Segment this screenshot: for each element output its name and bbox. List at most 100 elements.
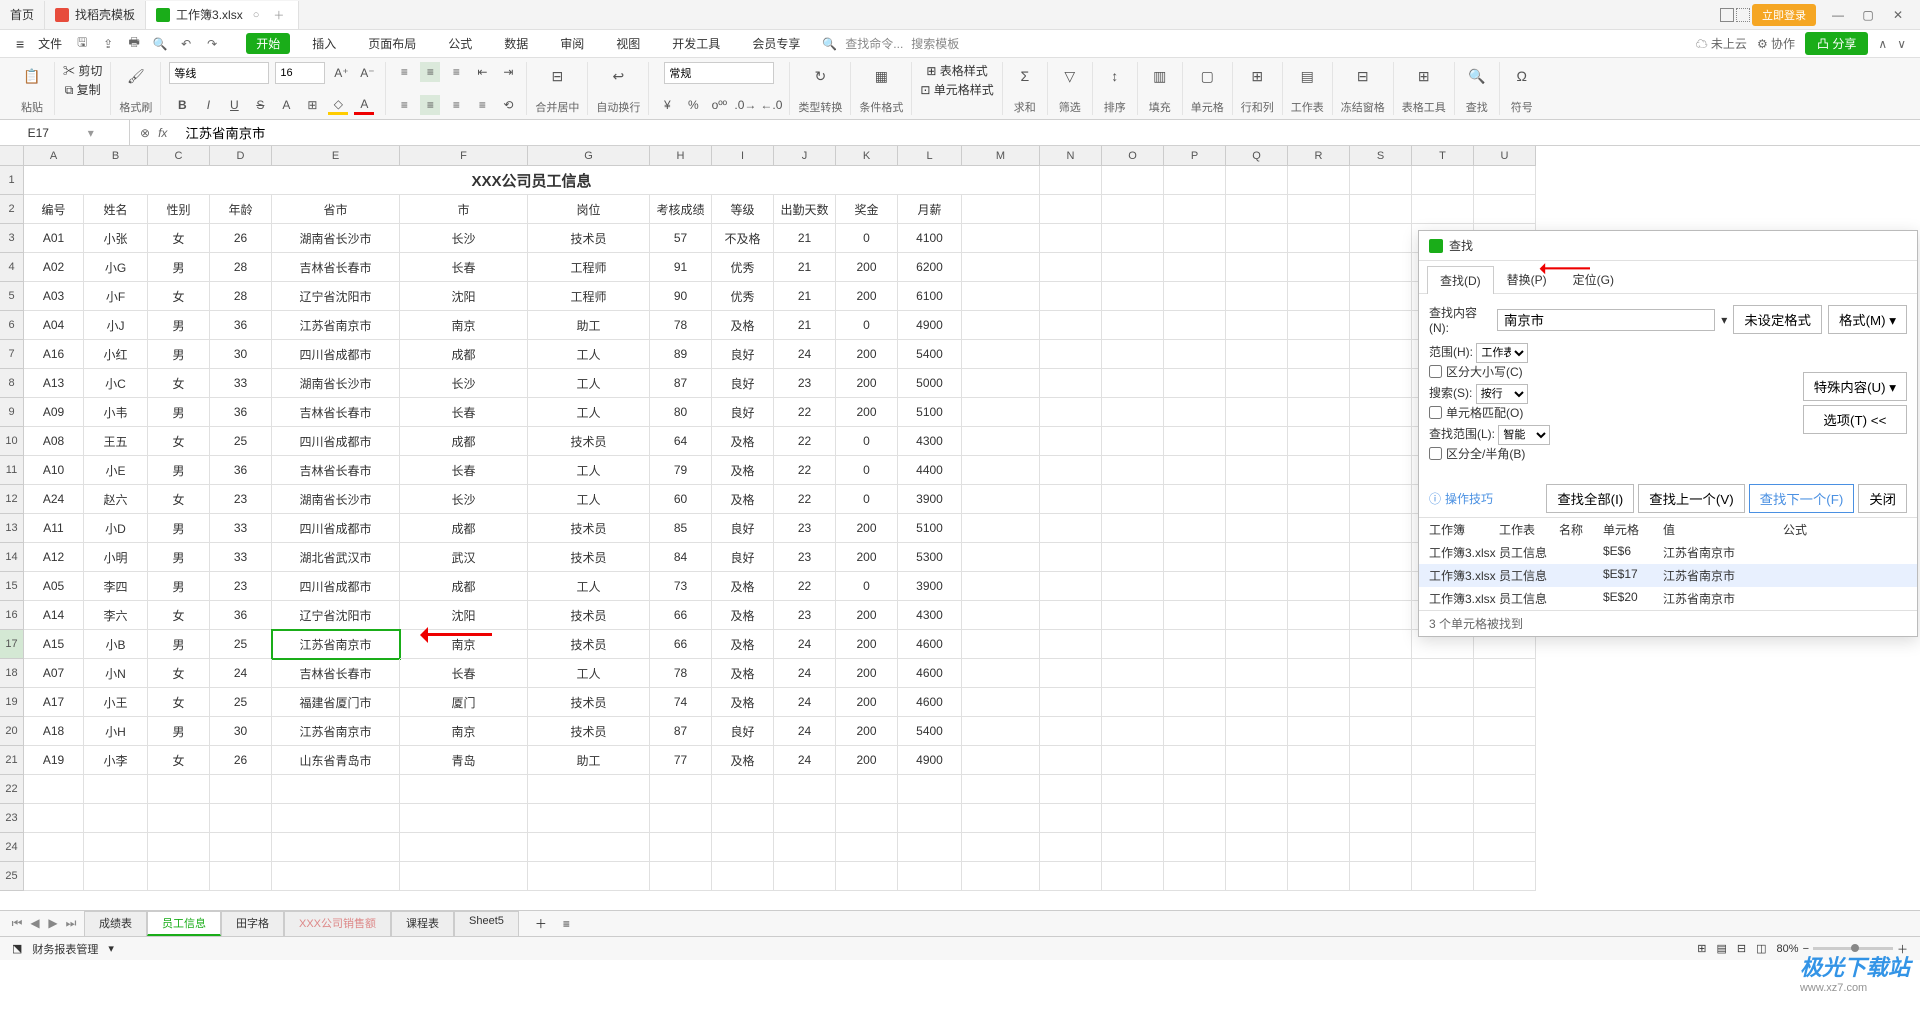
- font-color-button[interactable]: A: [354, 95, 374, 115]
- maximize-icon[interactable]: ▢: [1854, 5, 1882, 25]
- cell[interactable]: [1164, 485, 1226, 514]
- cell[interactable]: [1102, 746, 1164, 775]
- cell[interactable]: 小韦: [84, 398, 148, 427]
- col-header-T[interactable]: T: [1412, 146, 1474, 165]
- cell[interactable]: 工人: [528, 340, 650, 369]
- cell[interactable]: [1040, 195, 1102, 224]
- row-header-21[interactable]: 21: [0, 746, 23, 775]
- cell[interactable]: 吉林省长春市: [272, 456, 400, 485]
- cell[interactable]: [84, 833, 148, 862]
- align-left-icon[interactable]: ≡: [394, 95, 414, 115]
- orientation-icon[interactable]: ⟲: [498, 95, 518, 115]
- cell[interactable]: 91: [650, 253, 712, 282]
- cell[interactable]: 小G: [84, 253, 148, 282]
- chevron-up-icon[interactable]: ∧: [1878, 37, 1887, 51]
- cell[interactable]: [1288, 688, 1350, 717]
- cell[interactable]: [1040, 659, 1102, 688]
- row-header-8[interactable]: 8: [0, 369, 23, 398]
- cell[interactable]: 良好: [712, 543, 774, 572]
- cell[interactable]: 4300: [898, 601, 962, 630]
- cell[interactable]: 助工: [528, 311, 650, 340]
- cell[interactable]: [84, 775, 148, 804]
- cell[interactable]: [1226, 862, 1288, 891]
- cell[interactable]: [836, 775, 898, 804]
- cell[interactable]: [1350, 224, 1412, 253]
- cell[interactable]: 成都: [400, 514, 528, 543]
- cell[interactable]: 22: [774, 572, 836, 601]
- cell[interactable]: 江苏省南京市: [272, 311, 400, 340]
- cell[interactable]: [1164, 862, 1226, 891]
- fx-icon[interactable]: fx: [158, 126, 167, 140]
- tab-find[interactable]: 查找(D): [1427, 266, 1494, 294]
- cell[interactable]: [1040, 775, 1102, 804]
- cloud-status[interactable]: ☁ 未上云: [1696, 35, 1747, 52]
- cell[interactable]: [1164, 659, 1226, 688]
- cell[interactable]: A12: [24, 543, 84, 572]
- cell[interactable]: A15: [24, 630, 84, 659]
- cell[interactable]: [1102, 514, 1164, 543]
- row-header-12[interactable]: 12: [0, 485, 23, 514]
- col-header-Q[interactable]: Q: [1226, 146, 1288, 165]
- row-header-23[interactable]: 23: [0, 804, 23, 833]
- cell[interactable]: 22: [774, 456, 836, 485]
- cell[interactable]: [1288, 340, 1350, 369]
- cell[interactable]: [1102, 543, 1164, 572]
- cell[interactable]: [962, 717, 1040, 746]
- find-content-input[interactable]: [1497, 309, 1715, 331]
- paste-icon[interactable]: 📋: [18, 62, 46, 90]
- cell[interactable]: [650, 833, 712, 862]
- col-header-J[interactable]: J: [774, 146, 836, 165]
- cell[interactable]: 良好: [712, 340, 774, 369]
- cell[interactable]: 24: [774, 340, 836, 369]
- cell[interactable]: [1102, 282, 1164, 311]
- cond-format-icon[interactable]: ▦: [867, 62, 895, 90]
- cell[interactable]: [1412, 688, 1474, 717]
- cell[interactable]: 成都: [400, 427, 528, 456]
- cell[interactable]: 男: [148, 514, 210, 543]
- cell[interactable]: [1350, 717, 1412, 746]
- cell[interactable]: A19: [24, 746, 84, 775]
- cell[interactable]: [1412, 717, 1474, 746]
- cell[interactable]: 23: [774, 514, 836, 543]
- row-header-5[interactable]: 5: [0, 282, 23, 311]
- cell[interactable]: 30: [210, 717, 272, 746]
- whole-cell-checkbox[interactable]: 单元格匹配(O): [1429, 404, 1550, 421]
- tips-link[interactable]: 操作技巧: [1445, 490, 1493, 507]
- cell[interactable]: [1288, 659, 1350, 688]
- cell[interactable]: [528, 804, 650, 833]
- hamburger-icon[interactable]: ≡: [10, 36, 30, 52]
- cell[interactable]: 女: [148, 427, 210, 456]
- cell[interactable]: [1040, 543, 1102, 572]
- scope-select[interactable]: 工作表: [1476, 343, 1528, 363]
- cell[interactable]: [148, 804, 210, 833]
- menu-formula[interactable]: 公式: [438, 33, 482, 54]
- cell[interactable]: [400, 862, 528, 891]
- cell[interactable]: [1412, 862, 1474, 891]
- cell[interactable]: A14: [24, 601, 84, 630]
- cell[interactable]: [1350, 833, 1412, 862]
- cell[interactable]: [272, 833, 400, 862]
- cell[interactable]: 男: [148, 717, 210, 746]
- cell[interactable]: 3900: [898, 485, 962, 514]
- cell[interactable]: [1288, 601, 1350, 630]
- cell[interactable]: [1288, 746, 1350, 775]
- cell[interactable]: [962, 572, 1040, 601]
- cell[interactable]: 小C: [84, 369, 148, 398]
- login-button[interactable]: 立即登录: [1752, 4, 1816, 26]
- cell[interactable]: [1040, 427, 1102, 456]
- export-icon[interactable]: ⇪: [99, 35, 117, 53]
- cell[interactable]: [1350, 804, 1412, 833]
- merge-icon[interactable]: ⊟: [543, 62, 571, 90]
- cell[interactable]: [962, 253, 1040, 282]
- cell[interactable]: [1288, 804, 1350, 833]
- cell[interactable]: [1164, 224, 1226, 253]
- cell[interactable]: [1164, 340, 1226, 369]
- cell[interactable]: 及格: [712, 746, 774, 775]
- cell[interactable]: 岗位: [528, 195, 650, 224]
- cell[interactable]: 23: [774, 369, 836, 398]
- cell[interactable]: [1350, 543, 1412, 572]
- cell[interactable]: 200: [836, 601, 898, 630]
- cell[interactable]: [1226, 282, 1288, 311]
- status-dropdown-icon[interactable]: ▾: [108, 942, 114, 955]
- cell[interactable]: 及格: [712, 601, 774, 630]
